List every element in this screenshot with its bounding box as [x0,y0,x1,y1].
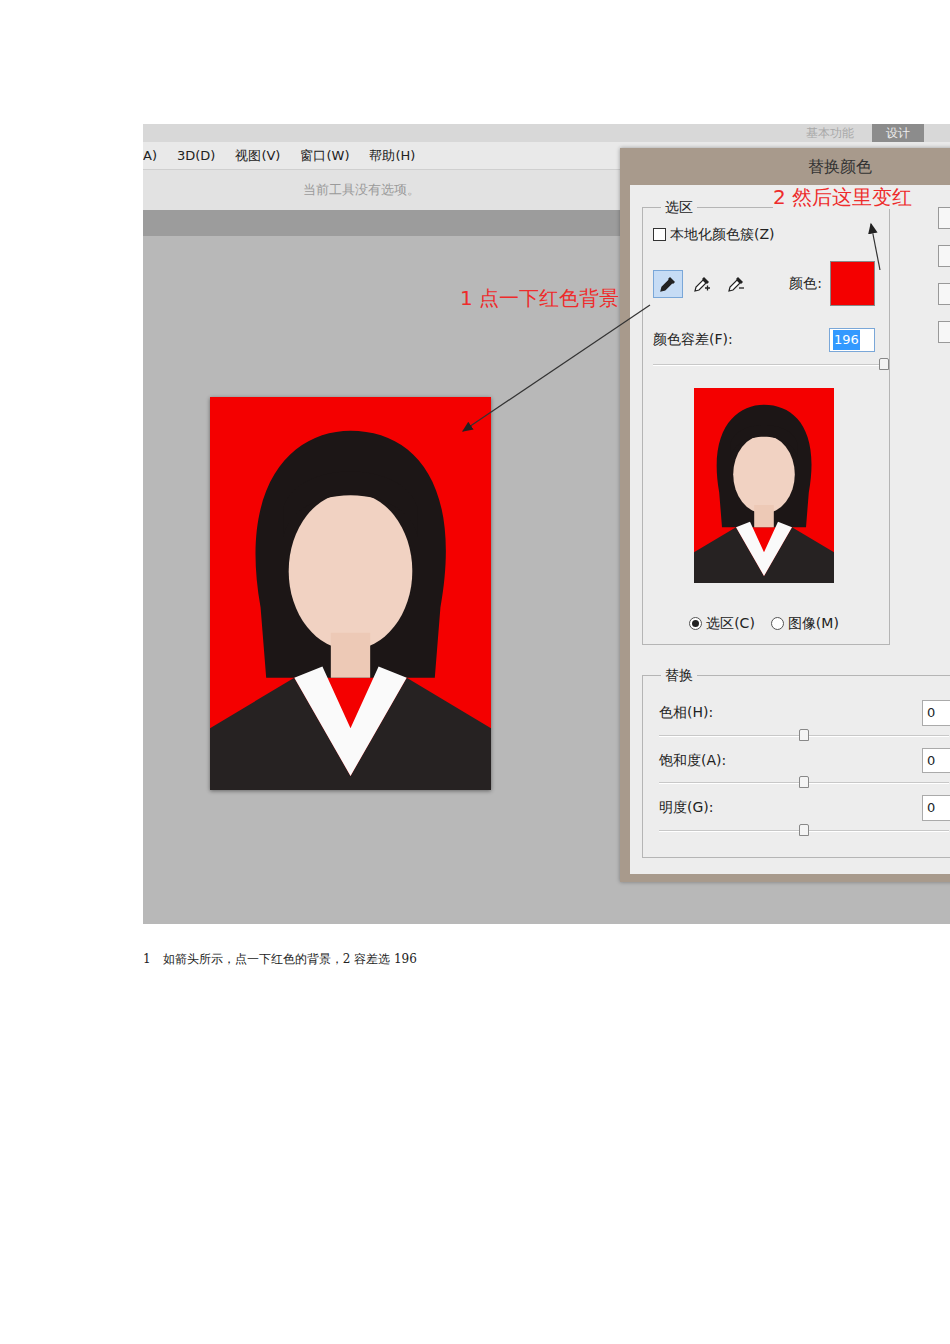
eyedropper-button[interactable] [721,270,751,298]
selection-group: 选区本地化颜色簇(Z)颜色:颜色容差(F):196选区(C)图像(M) [642,207,890,645]
replace-color-dialog: 替换颜色选区本地化颜色簇(Z) 颜色: 颜色容差(F): 196 选区(C) 图像(M) 替… [620,148,950,882]
annotation: 2 然后这里变红 [773,185,912,209]
tolerance-slider-fill [653,364,884,366]
color-swatch[interactable] [830,261,875,306]
dialog-title: 替换颜色 [630,148,950,185]
localized-row[interactable]: 本地化颜色簇(Z) [653,224,875,245]
caption: 1 如箭头所示，点一下红色的背景，2 容差选 196 [143,950,950,968]
adjustment-row: 饱和度(A): 0 [659,748,950,785]
menu-item[interactable]: 3D(D) [177,146,215,166]
radio-label[interactable]: 选区(C) [706,613,755,634]
dialog-button[interactable] [938,245,950,267]
radio-button[interactable] [689,617,702,630]
eyedropper-tools [653,270,751,298]
radio-label[interactable]: 图像(M) [788,613,839,634]
adjustment-slider-fill [659,782,804,784]
adjustment-slider-fill [659,830,804,832]
view-option[interactable]: 选区(C) [689,613,755,634]
adjustment-slider-thumb[interactable] [799,776,809,788]
adjustment-label: 明度(G): [659,797,714,818]
adjustment-input[interactable]: 0 [922,700,950,726]
person-photo [210,397,491,790]
dialog-button[interactable] [938,321,950,343]
adjustment-row: 色相(H): 0 [659,700,950,737]
workspace-label[interactable]: 基本功能 [806,124,854,142]
adjustment-row: 明度(G): 0 [659,795,950,832]
eyedropper-button[interactable] [653,270,683,298]
menu-item[interactable]: 窗口(W) [300,146,349,166]
menu-item[interactable]: 视图(V) [235,146,280,166]
dialog-buttons [938,207,950,645]
adjustment-input[interactable]: 0 [922,795,950,821]
workspace-button[interactable]: 设计 [872,124,924,142]
preview-thumbnail [694,388,834,583]
eyedropper-icon [658,274,678,294]
tolerance-value[interactable]: 196 [833,330,860,350]
dialog-button[interactable] [938,207,950,229]
dialog-button[interactable] [938,283,950,305]
options-hint: 当前工具没有选项。 [303,180,420,200]
adjustment-slider[interactable] [659,782,949,784]
adjustment-slider-fill [659,735,804,737]
replace-group: 替换色相(H):0饱和度(A):0明度(G):0 [642,675,950,858]
tolerance-row: 颜色容差(F): 196 [653,328,875,352]
adjustment-label: 色相(H): [659,702,713,723]
adjustment-label: 饱和度(A): [659,750,726,771]
menu-item[interactable]: A) [143,146,157,166]
group-legend: 替换 [661,666,697,684]
id-photo [210,397,491,790]
adjustment-input[interactable]: 0 [922,748,950,774]
group-legend: 选区 [661,198,697,216]
adjustment-slider-thumb[interactable] [799,824,809,836]
tolerance-slider[interactable] [653,364,889,366]
photoshop-screenshot: 基本功能设计A)3D(D)视图(V)窗口(W)帮助(H)当前工具没有选项。替换颜… [143,124,950,924]
arrow-icon [143,124,950,924]
eyedropper-button[interactable] [687,270,717,298]
eyedropper-row: 颜色: [653,261,875,306]
radio-button[interactable] [771,617,784,630]
color-label: 颜色: [789,273,822,294]
annotation: 1 点一下红色背景 [460,286,619,310]
eyedropper-icon [726,274,746,294]
localized-label[interactable]: 本地化颜色簇(Z) [670,224,775,245]
eyedropper-icon [692,274,712,294]
menu-item[interactable]: 帮助(H) [369,146,415,166]
preview-photo [694,388,834,583]
view-option[interactable]: 图像(M) [771,613,839,634]
tolerance-label: 颜色容差(F): [653,329,733,350]
tolerance-input[interactable]: 196 [829,328,875,352]
localized-checkbox[interactable] [653,228,666,241]
adjustment-slider-thumb[interactable] [799,729,809,741]
dialog-body: 选区本地化颜色簇(Z) 颜色: 颜色容差(F): 196 选区(C) 图像(M) 替换色相(… [630,185,950,874]
tolerance-slider-thumb[interactable] [879,358,889,370]
adjustment-slider[interactable] [659,735,949,737]
adjustment-slider[interactable] [659,830,949,832]
workspace-bar: 基本功能设计 [143,124,950,142]
view-options: 选区(C) 图像(M) [653,613,875,634]
